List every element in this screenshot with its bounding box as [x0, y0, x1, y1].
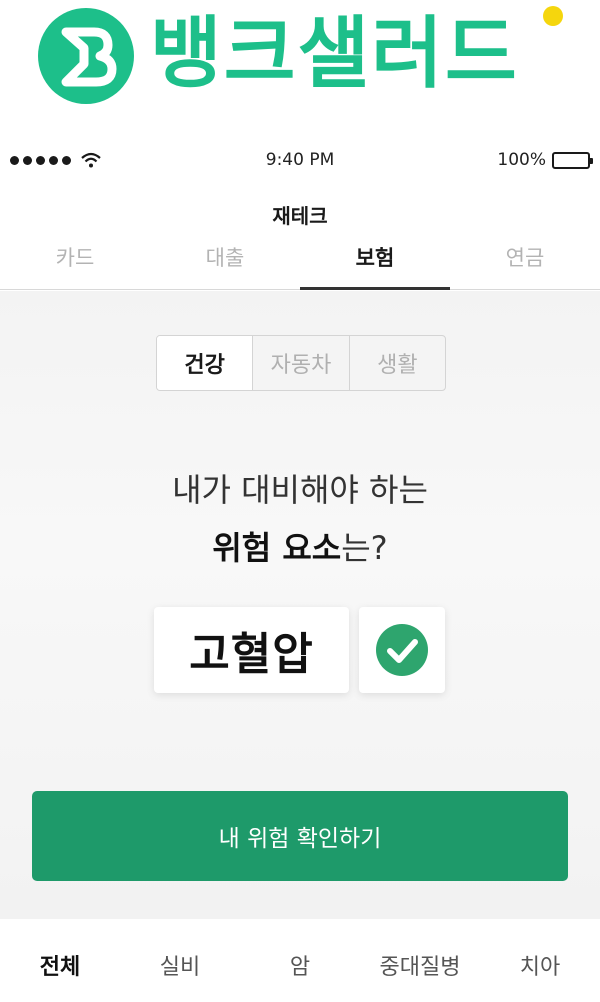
- check-circle-icon: [376, 624, 428, 676]
- battery-icon: [552, 151, 593, 169]
- tab-pension[interactable]: 연금: [450, 236, 600, 289]
- category-tab-dental[interactable]: 치아: [480, 949, 600, 981]
- banksalad-logo-icon: [38, 8, 134, 104]
- question-emphasis: 위험 요소: [212, 529, 342, 567]
- insurance-content: 건강 자동차 생활 내가 대비해야 하는 위험 요소는? 고혈압 내 위험 확인…: [0, 291, 600, 919]
- category-tab-critical-illness[interactable]: 중대질병: [360, 949, 480, 981]
- battery-percent: 100%: [497, 150, 546, 170]
- brand-header: 뱅크샐러드: [0, 0, 600, 118]
- tab-loan[interactable]: 대출: [150, 236, 300, 289]
- top-tabs: 카드 대출 보험 연금: [0, 236, 600, 290]
- status-bar: 9:40 PM 100%: [0, 140, 600, 180]
- check-my-risk-button[interactable]: 내 위험 확인하기: [32, 791, 568, 881]
- category-tabs: 전체 실비 암 중대질병 치아: [0, 928, 600, 1002]
- insurance-type-segment: 건강 자동차 생활: [156, 335, 446, 391]
- segment-health[interactable]: 건강: [157, 336, 253, 390]
- tab-insurance[interactable]: 보험: [300, 236, 450, 290]
- segment-car[interactable]: 자동차: [252, 336, 348, 390]
- brand-name: 뱅크샐러드: [150, 9, 519, 99]
- brand-dot-icon: [543, 6, 563, 26]
- tab-card[interactable]: 카드: [0, 236, 150, 289]
- segment-life[interactable]: 생활: [348, 336, 445, 390]
- category-tab-medical[interactable]: 실비: [120, 949, 240, 981]
- screen-title: 재테크: [272, 204, 328, 228]
- question-suffix: 는?: [341, 529, 388, 567]
- risk-check-button[interactable]: [359, 607, 445, 693]
- question-line-1: 내가 대비해야 하는: [172, 471, 428, 509]
- category-tab-cancer[interactable]: 암: [240, 949, 360, 981]
- category-tab-all[interactable]: 전체: [0, 949, 120, 981]
- battery-indicator: 100%: [497, 150, 593, 170]
- risk-factor-card: 고혈압: [154, 607, 349, 693]
- question-line-2: 위험 요소는?: [0, 519, 600, 577]
- risk-question: 내가 대비해야 하는 위험 요소는?: [0, 461, 600, 577]
